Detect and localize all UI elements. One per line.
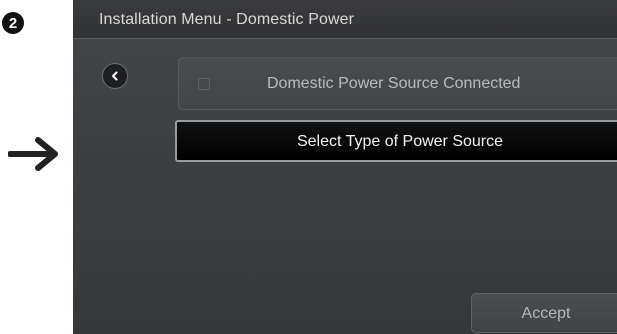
domestic-power-source-connected-option[interactable]: Domestic Power Source Connected <box>178 57 617 110</box>
accept-button-label: Accept <box>521 305 571 322</box>
power-source-connected-checkbox[interactable] <box>198 78 210 90</box>
accept-button[interactable]: Accept <box>471 293 617 333</box>
device-screen: Installation Menu - Domestic Power Domes… <box>73 0 617 334</box>
select-power-source-button[interactable]: Select Type of Power Source <box>175 120 617 162</box>
title-bar: Installation Menu - Domestic Power <box>73 0 617 39</box>
back-button[interactable] <box>102 63 128 89</box>
right-arrow-icon <box>8 137 58 171</box>
select-button-label: Select Type of Power Source <box>296 133 504 150</box>
screen-title: Installation Menu - Domestic Power <box>99 11 355 28</box>
instruction-figure: 2 Installation Menu - Domestic Power Dom… <box>0 0 617 334</box>
option-label: Domestic Power Source Connected <box>267 75 521 92</box>
chevron-left-icon <box>112 71 118 81</box>
step-number-badge: 2 <box>2 12 24 34</box>
